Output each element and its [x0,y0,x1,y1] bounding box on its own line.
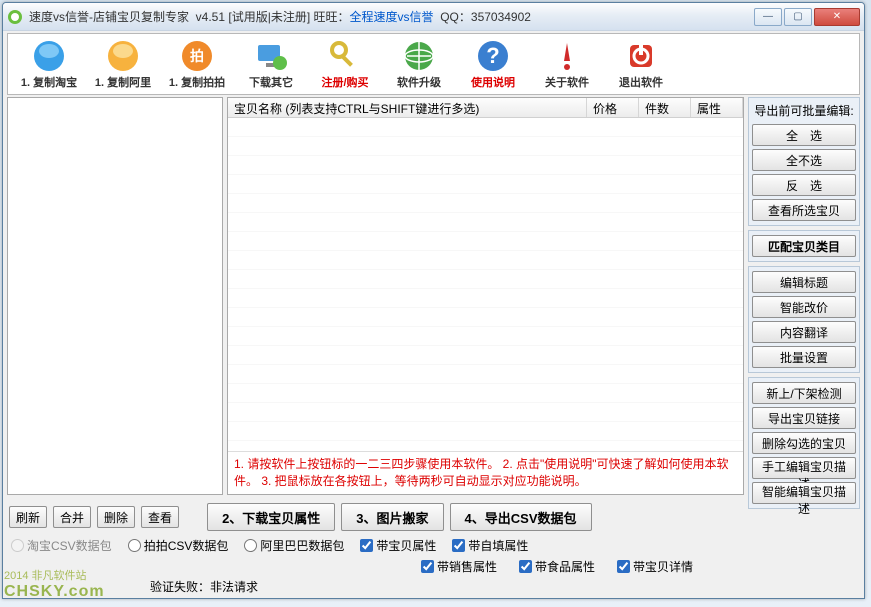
svg-text:?: ? [486,43,499,68]
status-text: 验证失败：非法请求 [150,578,258,595]
side-panel: 导出前可批量编辑: 全 选 全不选 反 选 查看所选宝贝 匹配宝贝类目 编辑标题… [748,97,860,495]
paipai-icon: 拍 [180,39,214,73]
minimize-button[interactable]: — [754,8,782,26]
smart-price-button[interactable]: 智能改价 [752,296,856,318]
taobao-icon [32,39,66,73]
chk-with-food-attr[interactable]: 带食品属性 [519,558,595,575]
software-upgrade-button[interactable]: 软件升级 [382,36,456,92]
copy-ali-button[interactable]: 1. 复制阿里 [86,36,160,92]
select-all-button[interactable]: 全 选 [752,124,856,146]
edit-title-button[interactable]: 编辑标题 [752,271,856,293]
hint-text: 1. 请按软件上按钮标的一二三四步骤使用本软件。 2. 点击"使用说明"可快速了… [228,451,743,494]
key-icon [328,39,362,73]
ali-icon [106,39,140,73]
help-icon: ? [476,39,510,73]
exclaim-icon [550,39,584,73]
download-other-button[interactable]: 下载其它 [234,36,308,92]
step2-download-attr-button[interactable]: 2、下载宝贝属性 [207,503,335,531]
match-category-button[interactable]: 匹配宝贝类目 [752,235,856,257]
shelf-detect-button[interactable]: 新上/下架检测 [752,382,856,404]
export-links-button[interactable]: 导出宝贝链接 [752,407,856,429]
manual-desc-button[interactable]: 手工编辑宝贝描述 [752,457,856,479]
col-attr[interactable]: 属性 [691,98,743,117]
copy-paipai-button[interactable]: 拍1. 复制拍拍 [160,36,234,92]
smart-desc-button[interactable]: 智能编辑宝贝描述 [752,482,856,504]
titlebar: 速度vs信誉-店铺宝贝复制专家 v4.51 [试用版|未注册] 旺旺：全程速度v… [3,3,864,31]
refresh-button[interactable]: 刷新 [9,506,47,528]
batch-set-button[interactable]: 批量设置 [752,346,856,368]
monitor-icon [254,39,288,73]
delete-checked-button[interactable]: 删除勾选的宝贝 [752,432,856,454]
svg-text:拍: 拍 [190,48,204,64]
exit-icon [624,39,658,73]
window-title: 速度vs信誉-店铺宝贝复制专家 v4.51 [试用版|未注册] 旺旺：全程速度v… [29,8,754,25]
list-header: 宝贝名称 (列表支持CTRL与SHIFT键进行多选) 价格 件数 属性 [228,98,743,118]
toolbar: 1. 复制淘宝1. 复制阿里拍1. 复制拍拍下载其它注册/购买软件升级?使用说明… [7,33,860,95]
view-selected-button[interactable]: 查看所选宝贝 [752,199,856,221]
chk-with-detail[interactable]: 带宝贝详情 [617,558,693,575]
step4-export-csv-button[interactable]: 4、导出CSV数据包 [450,503,592,531]
about-software-button[interactable]: 关于软件 [530,36,604,92]
radio-paipai-csv[interactable]: 拍拍CSV数据包 [128,537,229,554]
bottom-actions: 刷新 合并 删除 查看 2、下载宝贝属性 3、图片搬家 4、导出CSV数据包 [3,499,864,535]
col-name[interactable]: 宝贝名称 (列表支持CTRL与SHIFT键进行多选) [228,98,587,117]
usage-help-button[interactable]: ?使用说明 [456,36,530,92]
delete-button[interactable]: 删除 [97,506,135,528]
exit-software-button[interactable]: 退出软件 [604,36,678,92]
col-count[interactable]: 件数 [639,98,691,117]
side-title: 导出前可批量编辑: [752,102,856,119]
invert-select-button[interactable]: 反 选 [752,174,856,196]
maximize-button[interactable]: ▢ [784,8,812,26]
merge-button[interactable]: 合并 [53,506,91,528]
register-buy-button[interactable]: 注册/购买 [308,36,382,92]
select-none-button[interactable]: 全不选 [752,149,856,171]
app-icon [7,9,23,25]
watermark: 2014 非凡软件站 CHSKY.com [4,567,105,601]
copy-taobao-button[interactable]: 1. 复制淘宝 [12,36,86,92]
col-price[interactable]: 价格 [587,98,639,117]
radio-taobao-csv[interactable]: 淘宝CSV数据包 [11,537,112,554]
left-tree-panel [7,97,223,495]
chk-with-fill-attr[interactable]: 带自填属性 [452,537,528,554]
globe-icon [402,39,436,73]
list-rows[interactable] [228,118,743,451]
translate-button[interactable]: 内容翻译 [752,321,856,343]
step3-move-images-button[interactable]: 3、图片搬家 [341,503,443,531]
chk-with-sale-attr[interactable]: 带销售属性 [421,558,497,575]
close-button[interactable]: ✕ [814,8,860,26]
item-list: 宝贝名称 (列表支持CTRL与SHIFT键进行多选) 价格 件数 属性 1. 请… [227,97,744,495]
radio-alibaba-csv[interactable]: 阿里巴巴数据包 [244,537,344,554]
chk-with-attr[interactable]: 带宝贝属性 [360,537,436,554]
view-button[interactable]: 查看 [141,506,179,528]
